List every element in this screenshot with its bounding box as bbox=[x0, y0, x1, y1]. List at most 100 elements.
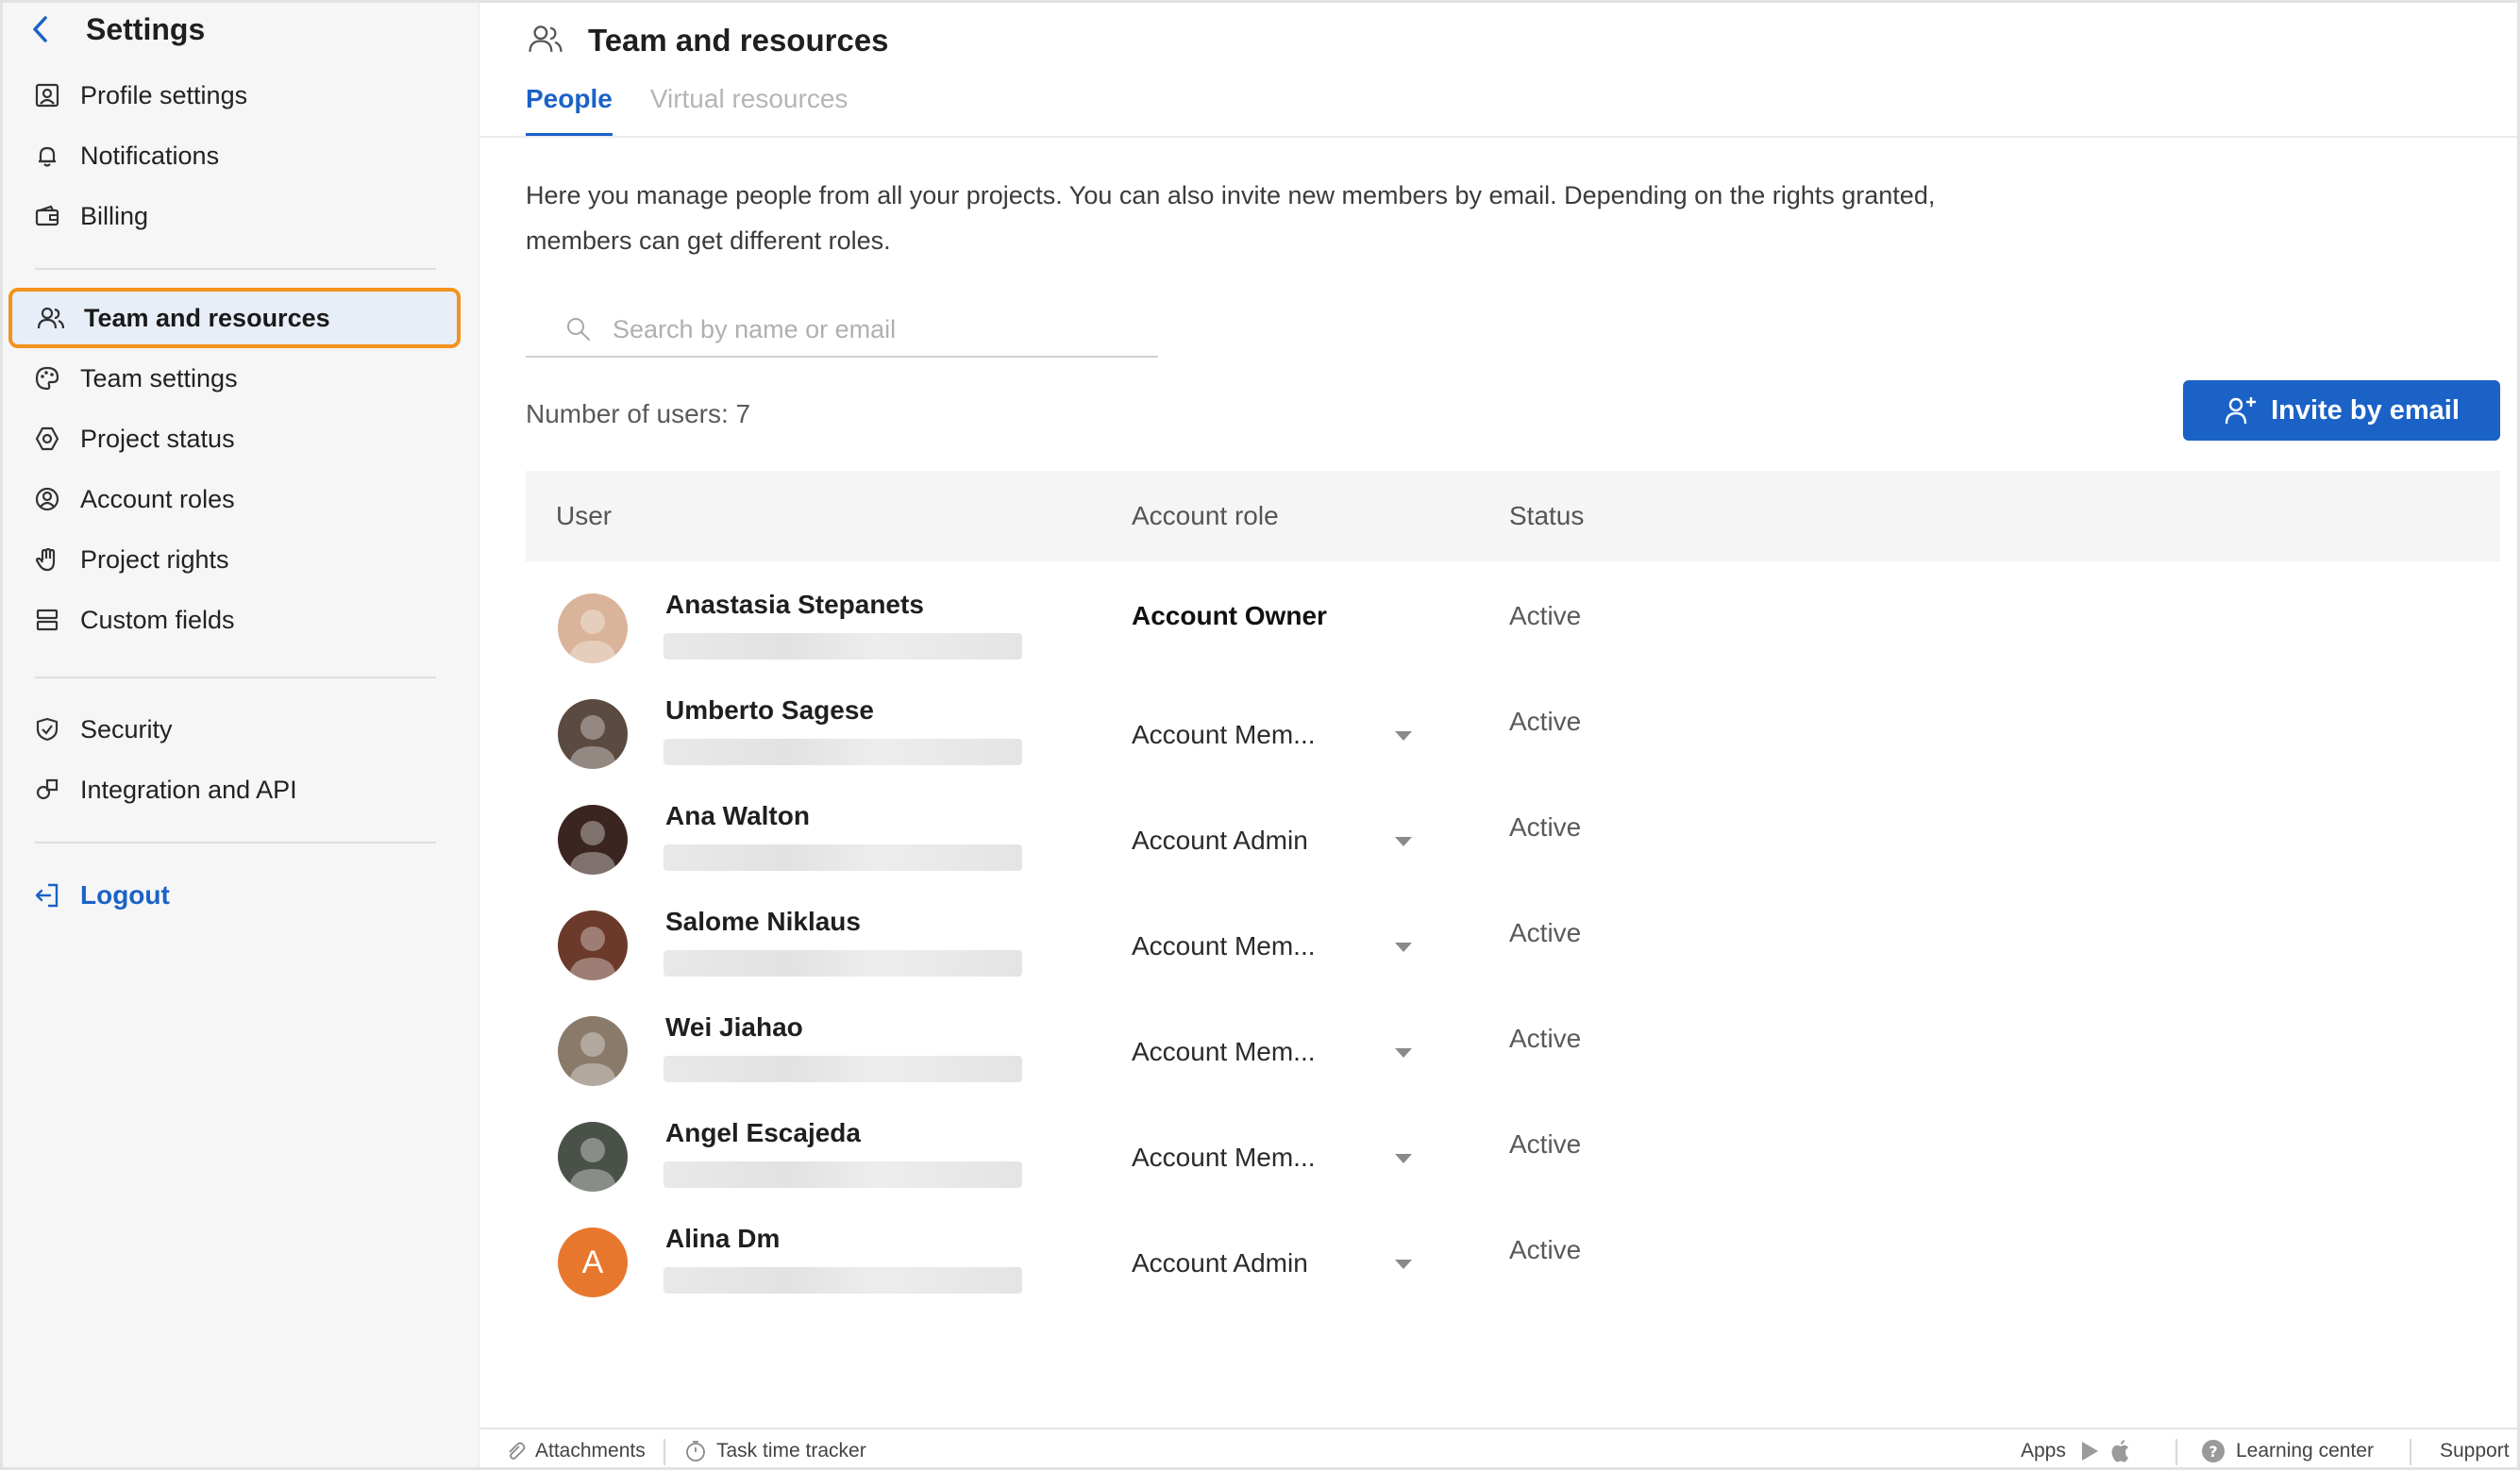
apple-icon[interactable] bbox=[2109, 1439, 2132, 1463]
status-text: Active bbox=[1509, 707, 1582, 736]
table-row[interactable]: A Alina Dm Account Admin Active bbox=[526, 1195, 2500, 1301]
sidebar-group-account: Profile settings Notifications Billing bbox=[3, 65, 479, 246]
sidebar-item-billing[interactable]: Billing bbox=[3, 186, 479, 246]
avatar: A bbox=[558, 1228, 628, 1297]
tab-bar: People Virtual resources bbox=[526, 84, 885, 137]
sidebar-item-custom-fields[interactable]: Custom fields bbox=[3, 590, 479, 650]
integration-icon bbox=[31, 774, 63, 806]
account-role[interactable]: Account Mem... bbox=[1132, 1143, 1316, 1173]
footer-support[interactable]: Support bbox=[2440, 1429, 2510, 1467]
person-silhouette-icon bbox=[569, 610, 616, 663]
sidebar-item-security[interactable]: Security bbox=[3, 699, 479, 760]
column-header-account-role: Account role bbox=[1132, 501, 1279, 530]
account-role[interactable]: Account Admin bbox=[1132, 826, 1308, 856]
stopwatch-icon bbox=[684, 1440, 707, 1462]
person-silhouette-icon bbox=[569, 821, 616, 875]
role-dropdown-chevron-icon[interactable] bbox=[1394, 835, 1413, 846]
team-icon bbox=[528, 22, 563, 60]
sidebar-item-integration-and-api[interactable]: Integration and API bbox=[3, 760, 479, 820]
table-header: User Account role Status bbox=[526, 471, 2500, 561]
sidebar-group-security: Security Integration and API bbox=[3, 699, 479, 820]
role-dropdown-chevron-icon[interactable] bbox=[1394, 1152, 1413, 1163]
footer-separator bbox=[664, 1439, 665, 1465]
role-dropdown-chevron-icon[interactable] bbox=[1394, 941, 1413, 952]
table-row[interactable]: Umberto Sagese Account Mem... Active bbox=[526, 667, 2500, 773]
footer-apps-label: Apps bbox=[2021, 1440, 2066, 1462]
column-header-user: User bbox=[556, 501, 613, 530]
role-dropdown-chevron-icon[interactable] bbox=[1394, 729, 1413, 741]
sidebar-item-label: Project status bbox=[80, 424, 235, 453]
table-row[interactable]: Anastasia Stepanets Account Owner Active bbox=[526, 561, 2500, 667]
footer-learning-center[interactable]: ? Learning center bbox=[2200, 1429, 2374, 1467]
role-dropdown-chevron-icon[interactable] bbox=[1394, 1258, 1413, 1269]
sidebar-item-notifications[interactable]: Notifications bbox=[3, 125, 479, 186]
sidebar-item-label: Integration and API bbox=[80, 775, 297, 804]
table-row[interactable]: Ana Walton Account Admin Active bbox=[526, 773, 2500, 878]
account-role[interactable]: Account Mem... bbox=[1132, 1037, 1316, 1067]
account-role[interactable]: Account Mem... bbox=[1132, 720, 1316, 750]
user-name: Umberto Sagese bbox=[665, 695, 874, 725]
table-row[interactable]: Wei Jiahao Account Mem... Active bbox=[526, 984, 2500, 1090]
footer-attachments[interactable]: Attachments bbox=[505, 1429, 646, 1467]
sidebar-item-team-and-resources[interactable]: Team and resources bbox=[8, 288, 461, 348]
table-row[interactable]: Salome Niklaus Account Mem... Active bbox=[526, 878, 2500, 984]
back-arrow-icon[interactable] bbox=[22, 10, 59, 48]
sidebar-item-team-settings[interactable]: Team settings bbox=[3, 348, 479, 409]
hexagon-icon bbox=[31, 423, 63, 455]
sidebar-item-label: Team settings bbox=[80, 363, 238, 393]
invite-by-email-button[interactable]: Invite by email bbox=[2183, 380, 2500, 441]
person-silhouette-icon bbox=[569, 1138, 616, 1192]
sidebar-item-account-roles[interactable]: Account roles bbox=[3, 469, 479, 529]
redacted-email bbox=[664, 844, 1022, 871]
user-name: Wei Jiahao bbox=[665, 1012, 803, 1042]
status-text: Active bbox=[1509, 812, 1582, 842]
account-role[interactable]: Account Mem... bbox=[1132, 931, 1316, 961]
sidebar-group-logout: Logout bbox=[3, 865, 479, 926]
settings-sidebar: Settings Profile settings Notifications … bbox=[3, 3, 479, 1467]
tab-people[interactable]: People bbox=[526, 84, 613, 137]
search-input[interactable] bbox=[613, 314, 1141, 344]
role-dropdown-chevron-icon[interactable] bbox=[1394, 1046, 1413, 1058]
table-body: Anastasia Stepanets Account Owner Active Um… bbox=[526, 561, 2500, 1301]
bell-icon bbox=[31, 140, 63, 172]
status-text: Active bbox=[1509, 1024, 1582, 1053]
redacted-email bbox=[664, 633, 1022, 660]
account-role[interactable]: Account Admin bbox=[1132, 1248, 1308, 1278]
sidebar-item-project-rights[interactable]: Project rights bbox=[3, 529, 479, 590]
sidebar-item-label: Profile settings bbox=[80, 80, 248, 109]
sidebar-item-profile-settings[interactable]: Profile settings bbox=[3, 65, 479, 125]
footer-apps[interactable]: Apps bbox=[2021, 1429, 2142, 1467]
sidebar-divider bbox=[35, 842, 436, 844]
user-name: Angel Escajeda bbox=[665, 1118, 861, 1147]
status-text: Active bbox=[1509, 601, 1582, 630]
wallet-icon bbox=[31, 200, 63, 232]
table-row[interactable]: Angel Escajeda Account Mem... Active bbox=[526, 1090, 2500, 1195]
sidebar-item-project-status[interactable]: Project status bbox=[3, 409, 479, 469]
status-text: Active bbox=[1509, 1129, 1582, 1159]
search-icon bbox=[560, 310, 597, 348]
sidebar-group-team: Team and resources Team settings Project… bbox=[3, 288, 479, 650]
search-box bbox=[526, 303, 1158, 358]
redacted-email bbox=[664, 739, 1022, 765]
footer-separator bbox=[2410, 1439, 2411, 1465]
logout-button[interactable]: Logout bbox=[3, 865, 479, 926]
palette-icon bbox=[31, 362, 63, 394]
tab-virtual-resources[interactable]: Virtual resources bbox=[650, 84, 848, 137]
svg-text:?: ? bbox=[2209, 1443, 2217, 1461]
footer-separator bbox=[2176, 1439, 2177, 1465]
avatar bbox=[558, 910, 628, 980]
status-text: Active bbox=[1509, 918, 1582, 947]
logout-label: Logout bbox=[80, 880, 170, 910]
footer-task-time-tracker[interactable]: Task time tracker bbox=[684, 1429, 866, 1467]
tabs-divider bbox=[480, 136, 2517, 138]
column-header-status: Status bbox=[1509, 501, 1585, 530]
logout-icon bbox=[31, 879, 63, 911]
person-silhouette-icon bbox=[569, 715, 616, 769]
footer-learning-label: Learning center bbox=[2236, 1440, 2374, 1462]
add-user-icon bbox=[2224, 394, 2258, 426]
avatar-initial: A bbox=[581, 1244, 604, 1280]
app-window: Settings Profile settings Notifications … bbox=[0, 0, 2520, 1470]
page-title: Team and resources bbox=[588, 23, 889, 58]
play-store-icon[interactable] bbox=[2079, 1440, 2100, 1462]
user-name: Salome Niklaus bbox=[665, 907, 861, 936]
